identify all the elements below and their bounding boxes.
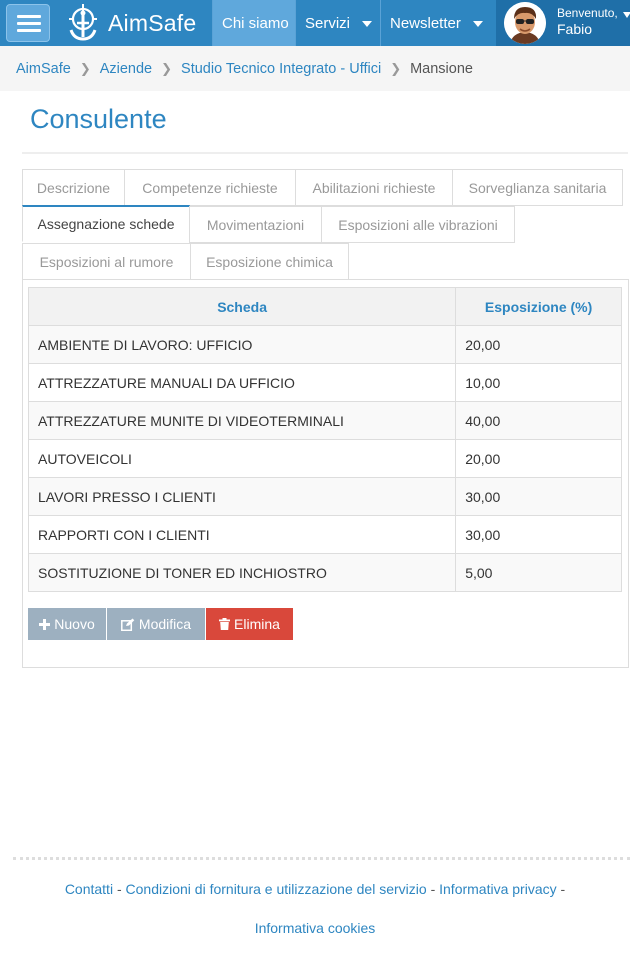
brand-name: AimSafe: [108, 9, 197, 36]
breadcrumb-aimsafe[interactable]: AimSafe: [16, 61, 71, 77]
table-header-row: Scheda Esposizione (%): [27, 287, 622, 326]
footer-divider: [13, 857, 630, 860]
tab-competenze-richieste[interactable]: Competenze richieste: [124, 169, 296, 206]
breadcrumb-current: Mansione: [410, 60, 473, 77]
cell-esposizione: 5,00: [455, 553, 622, 592]
chevron-down-icon: [472, 20, 483, 27]
welcome-text: Benvenuto,: [557, 6, 618, 20]
footer-link-condizioni[interactable]: Condizioni di fornitura e utilizzazione …: [126, 881, 427, 897]
table-row[interactable]: ATTREZZATURE MUNITE DI VIDEOTERMINALI 40…: [27, 401, 622, 440]
breadcrumb-aziende[interactable]: Aziende: [100, 61, 152, 77]
tab-assegnazione-schede[interactable]: Assegnazione schede: [22, 205, 190, 242]
cell-scheda: ATTREZZATURE MUNITE DI VIDEOTERMINALI: [27, 401, 457, 440]
page-title: Consulente: [30, 104, 167, 134]
chevron-right-icon: ❯: [79, 60, 91, 76]
table-row[interactable]: SOSTITUZIONE DI TONER ED INCHIOSTRO 5,00: [27, 553, 622, 592]
footer-separator: -: [560, 881, 566, 897]
top-navbar: AimSafe Chi siamo Servizi Newsletter Ben…: [0, 0, 630, 46]
cell-scheda: LAVORI PRESSO I CLIENTI: [27, 477, 457, 516]
edit-button-label: Modifica: [138, 616, 192, 632]
new-button[interactable]: Nuovo: [28, 608, 106, 640]
divider: [22, 152, 628, 154]
column-header-scheda[interactable]: Scheda: [27, 287, 457, 326]
footer-link-privacy[interactable]: Informativa privacy: [439, 881, 556, 897]
nav-servizi[interactable]: Servizi: [295, 0, 380, 46]
chevron-right-icon: ❯: [390, 60, 402, 76]
anchor-icon: [69, 4, 97, 41]
chevron-down-icon: [362, 20, 373, 27]
edit-button[interactable]: Modifica: [107, 608, 205, 640]
plus-icon: [39, 618, 51, 630]
tab-esposizione-chimica[interactable]: Esposizione chimica: [190, 243, 349, 280]
cell-esposizione: 20,00: [455, 325, 622, 364]
menu-toggle-button[interactable]: [6, 4, 50, 42]
nav-newsletter-label: Newsletter: [390, 14, 461, 32]
trash-icon: [219, 618, 231, 630]
cell-esposizione: 30,00: [455, 515, 622, 554]
chevron-right-icon: ❯: [161, 60, 173, 76]
user-menu[interactable]: Benvenuto, Fabio: [496, 0, 630, 46]
new-button-label: Nuovo: [54, 616, 95, 632]
cell-esposizione: 10,00: [455, 363, 622, 402]
cell-scheda: ATTREZZATURE MANUALI DA UFFICIO: [27, 363, 457, 402]
tab-sorveglianza-sanitaria[interactable]: Sorveglianza sanitaria: [452, 169, 623, 206]
table-row[interactable]: RAPPORTI CON I CLIENTI 30,00: [27, 515, 622, 554]
cell-esposizione: 20,00: [455, 439, 622, 478]
delete-button[interactable]: Elimina: [206, 608, 293, 640]
username: Fabio: [557, 21, 593, 37]
tab-abilitazioni-richieste[interactable]: Abilitazioni richieste: [295, 169, 453, 206]
tab-esposizioni-vibrazioni[interactable]: Esposizioni alle vibrazioni: [321, 206, 515, 243]
footer-link-cookies[interactable]: Informativa cookies: [255, 920, 376, 936]
cell-scheda: AUTOVEICOLI: [27, 439, 457, 478]
table-row[interactable]: ATTREZZATURE MANUALI DA UFFICIO 10,00: [27, 363, 622, 402]
nav-servizi-label: Servizi: [305, 14, 351, 32]
brand-logo[interactable]: AimSafe: [66, 3, 196, 43]
nav-newsletter[interactable]: Newsletter: [380, 0, 496, 46]
table-row[interactable]: LAVORI PRESSO I CLIENTI 30,00: [27, 477, 622, 516]
table-row[interactable]: AMBIENTE DI LAVORO: UFFICIO 20,00: [27, 325, 622, 364]
table-row[interactable]: AUTOVEICOLI 20,00: [27, 439, 622, 478]
avatar: [504, 2, 546, 44]
delete-button-label: Elimina: [234, 616, 280, 632]
column-header-esposizione[interactable]: Esposizione (%): [455, 287, 622, 326]
footer-separator: -: [116, 881, 122, 897]
nav-chi-siamo[interactable]: Chi siamo: [212, 0, 295, 46]
tab-esposizioni-rumore[interactable]: Esposizioni al rumore: [22, 243, 191, 280]
footer-links-line2: Informativa cookies: [0, 920, 630, 936]
cell-scheda: AMBIENTE DI LAVORO: UFFICIO: [27, 325, 457, 364]
cell-esposizione: 40,00: [455, 401, 622, 440]
cell-scheda: SOSTITUZIONE DI TONER ED INCHIOSTRO: [27, 553, 457, 592]
chevron-down-icon: [623, 12, 630, 18]
cell-scheda: RAPPORTI CON I CLIENTI: [27, 515, 457, 554]
footer-separator: -: [430, 881, 436, 897]
breadcrumb-azienda[interactable]: Studio Tecnico Integrato - Uffici: [181, 61, 381, 77]
tab-movimentazioni[interactable]: Movimentazioni: [189, 206, 322, 243]
edit-icon: [120, 618, 135, 631]
tab-descrizione[interactable]: Descrizione: [22, 169, 125, 206]
footer-link-contatti[interactable]: Contatti: [65, 881, 113, 897]
breadcrumb: AimSafe ❯ Aziende ❯ Studio Tecnico Integ…: [0, 46, 630, 91]
schede-table: Scheda Esposizione (%) AMBIENTE DI LAVOR…: [27, 287, 622, 592]
nav-chi-siamo-label: Chi siamo: [222, 14, 289, 32]
cell-esposizione: 30,00: [455, 477, 622, 516]
footer-links-line1: Contatti - Condizioni di fornitura e uti…: [0, 881, 630, 897]
